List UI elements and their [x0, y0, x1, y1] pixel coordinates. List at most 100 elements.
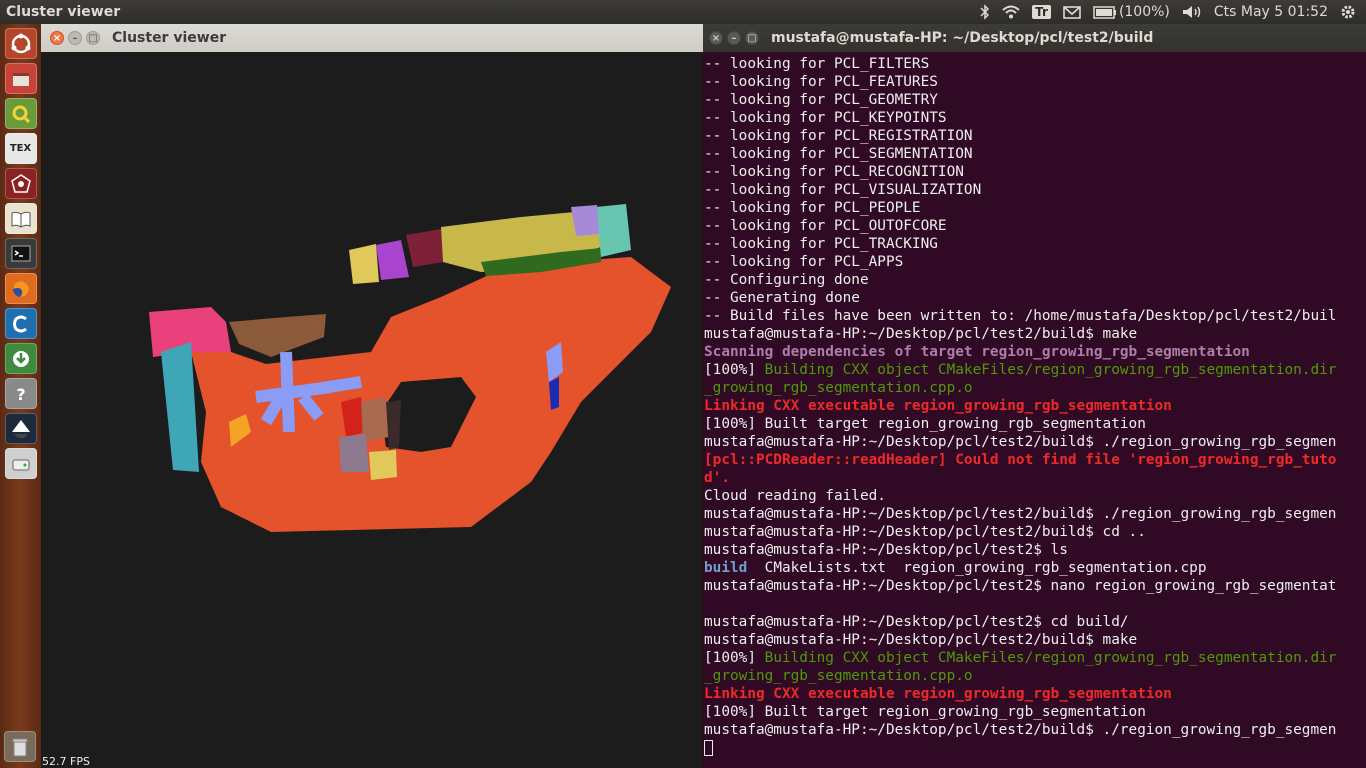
launcher-firefox-button[interactable]	[4, 273, 37, 304]
viewer-minimize-button[interactable]: –	[68, 31, 82, 45]
terminal-text: Cloud reading failed.	[704, 488, 886, 504]
terminal-line: Scanning dependencies of target region_g…	[704, 343, 1365, 361]
terminal-prompt-line[interactable]	[704, 739, 1365, 757]
terminal-maximize-button[interactable]: □	[745, 31, 759, 45]
terminal-text: -- looking for PCL_VISUALIZATION	[704, 182, 982, 198]
terminal-text: [100%] Built target region_growing_rgb_s…	[704, 704, 1146, 720]
qgis-icon	[12, 105, 30, 123]
terminal-line: [pcl::PCDReader::readHeader] Could not f…	[704, 451, 1365, 469]
terminal-line: -- Generating done	[704, 289, 1365, 307]
terminal-text: -- looking for PCL_FEATURES	[704, 74, 938, 90]
viewer-title: Cluster viewer	[112, 30, 227, 46]
gear-icon[interactable]	[1340, 4, 1356, 20]
cluster-lilac	[571, 205, 599, 236]
terminal-titlebar[interactable]: × – □ mustafa@mustafa-HP: ~/Desktop/pcl/…	[703, 24, 1366, 52]
top-panel: Cluster viewer Tr (100%) Cts May 5 01:52	[0, 0, 1366, 24]
cluster-purple	[376, 240, 409, 280]
launcher: TEX ?	[0, 24, 41, 768]
terminal-text: Building CXX object CMakeFiles/region_gr…	[764, 650, 1337, 666]
launcher-home-button[interactable]	[4, 28, 37, 59]
cluster-mauve	[339, 434, 369, 472]
terminal-text: [100%]	[704, 362, 765, 378]
network-icon	[10, 173, 31, 193]
launcher-network-button[interactable]	[4, 168, 37, 199]
trash-icon	[12, 738, 28, 756]
terminal-line: [100%] Built target region_growing_rgb_s…	[704, 415, 1365, 433]
cluster-yellow-small	[369, 450, 397, 480]
terminal-line: -- looking for PCL_FILTERS	[704, 55, 1365, 73]
launcher-terminal-button[interactable]	[4, 238, 37, 269]
software-updater-icon	[12, 350, 29, 367]
terminal-line: _growing_rgb_segmentation.cpp.o	[704, 379, 1365, 397]
terminal-text: mustafa@mustafa-HP:~/Desktop/pcl/test2/b…	[704, 632, 1138, 648]
cluster-yellow	[349, 244, 379, 284]
terminal-line: -- looking for PCL_FEATURES	[704, 73, 1365, 91]
terminal-text: [pcl::PCDReader::readHeader] Could not f…	[704, 452, 1337, 468]
terminal-cursor	[704, 740, 713, 756]
launcher-updater-button[interactable]	[4, 343, 37, 374]
terminal-text: Linking CXX executable region_growing_rg…	[704, 398, 1172, 414]
active-app-title: Cluster viewer	[6, 4, 121, 20]
launcher-files-button[interactable]	[4, 63, 37, 94]
terminal-text: mustafa@mustafa-HP:~/Desktop/pcl/test2/b…	[704, 524, 1146, 540]
terminal-text: -- Configuring done	[704, 272, 869, 288]
clock[interactable]: Cts May 5 01:52	[1214, 4, 1328, 20]
cluster-teal	[596, 204, 631, 257]
terminal-line: Linking CXX executable region_growing_rg…	[704, 397, 1365, 415]
cluster-cyan	[161, 342, 199, 472]
firefox-icon	[12, 280, 29, 297]
viewer-titlebar[interactable]: × – □ Cluster viewer	[41, 24, 703, 52]
terminal-text: Linking CXX executable region_growing_rg…	[704, 686, 1172, 702]
terminal-line: d'.	[704, 469, 1365, 487]
terminal-output[interactable]: -- looking for PCL_FILTERS -- looking for…	[703, 52, 1366, 768]
launcher-inkscape-button[interactable]	[4, 413, 37, 444]
terminal-line: mustafa@mustafa-HP:~/Desktop/pcl/test2/b…	[704, 505, 1365, 523]
terminal-line: -- looking for PCL_OUTOFCORE	[704, 217, 1365, 235]
launcher-ccleaner-button[interactable]	[4, 308, 37, 339]
launcher-tex-button[interactable]: TEX	[4, 133, 37, 164]
viewer-maximize-button[interactable]: □	[86, 31, 100, 45]
keyboard-layout-indicator[interactable]: Tr	[1032, 5, 1051, 19]
terminal-window: × – □ mustafa@mustafa-HP: ~/Desktop/pcl/…	[703, 24, 1366, 768]
terminal-line: -- looking for PCL_PEOPLE	[704, 199, 1365, 217]
terminal-text: _growing_rgb_segmentation.cpp.o	[704, 668, 973, 684]
drive-icon	[12, 459, 29, 470]
terminal-line: -- looking for PCL_VISUALIZATION	[704, 181, 1365, 199]
mail-icon[interactable]	[1063, 5, 1081, 19]
tex-icon: TEX	[9, 143, 32, 154]
terminal-text: mustafa@mustafa-HP:~/Desktop/pcl/test2/b…	[704, 326, 1138, 342]
terminal-text: mustafa@mustafa-HP:~/Desktop/pcl/test2$ …	[704, 614, 1129, 630]
terminal-line: mustafa@mustafa-HP:~/Desktop/pcl/test2/b…	[704, 631, 1365, 649]
terminal-text: mustafa@mustafa-HP:~/Desktop/pcl/test2/b…	[704, 722, 1337, 738]
terminal-line: -- looking for PCL_REGISTRATION	[704, 127, 1365, 145]
terminal-line: mustafa@mustafa-HP:~/Desktop/pcl/test2$ …	[704, 613, 1365, 631]
launcher-help-button[interactable]: ?	[4, 378, 37, 409]
bluetooth-icon[interactable]	[980, 4, 990, 20]
terminal-line: -- looking for PCL_KEYPOINTS	[704, 109, 1365, 127]
terminal-line: mustafa@mustafa-HP:~/Desktop/pcl/test2/b…	[704, 523, 1365, 541]
terminal-text: -- looking for PCL_SEGMENTATION	[704, 146, 973, 162]
terminal-text: -- looking for PCL_OUTOFCORE	[704, 218, 947, 234]
terminal-line: mustafa@mustafa-HP:~/Desktop/pcl/test2/b…	[704, 721, 1365, 739]
volume-icon[interactable]	[1182, 5, 1202, 19]
point-cloud-canvas[interactable]	[41, 52, 703, 768]
launcher-trash-button[interactable]	[4, 731, 36, 762]
terminal-close-button[interactable]: ×	[709, 31, 723, 45]
terminal-line: _growing_rgb_segmentation.cpp.o	[704, 667, 1365, 685]
terminal-line: mustafa@mustafa-HP:~/Desktop/pcl/test2$ …	[704, 541, 1365, 559]
launcher-book-button[interactable]	[4, 203, 37, 234]
terminal-text: mustafa@mustafa-HP:~/Desktop/pcl/test2$ …	[704, 542, 1068, 558]
launcher-qgis-button[interactable]	[4, 98, 37, 129]
battery-indicator[interactable]: (100%)	[1093, 4, 1170, 20]
terminal-line: -- looking for PCL_APPS	[704, 253, 1365, 271]
launcher-drive-button[interactable]	[4, 448, 37, 479]
viewer-close-button[interactable]: ×	[50, 31, 64, 45]
cluster-viewer-window: × – □ Cluster viewer 52.7 FPS	[41, 24, 703, 768]
wifi-icon[interactable]	[1002, 5, 1020, 19]
terminal-line: mustafa@mustafa-HP:~/Desktop/pcl/test2/b…	[704, 433, 1365, 451]
terminal-text: -- looking for PCL_FILTERS	[704, 56, 930, 72]
terminal-minimize-button[interactable]: –	[727, 31, 741, 45]
terminal-line: -- Build files have been written to: /ho…	[704, 307, 1365, 325]
terminal-text: -- looking for PCL_REGISTRATION	[704, 128, 973, 144]
